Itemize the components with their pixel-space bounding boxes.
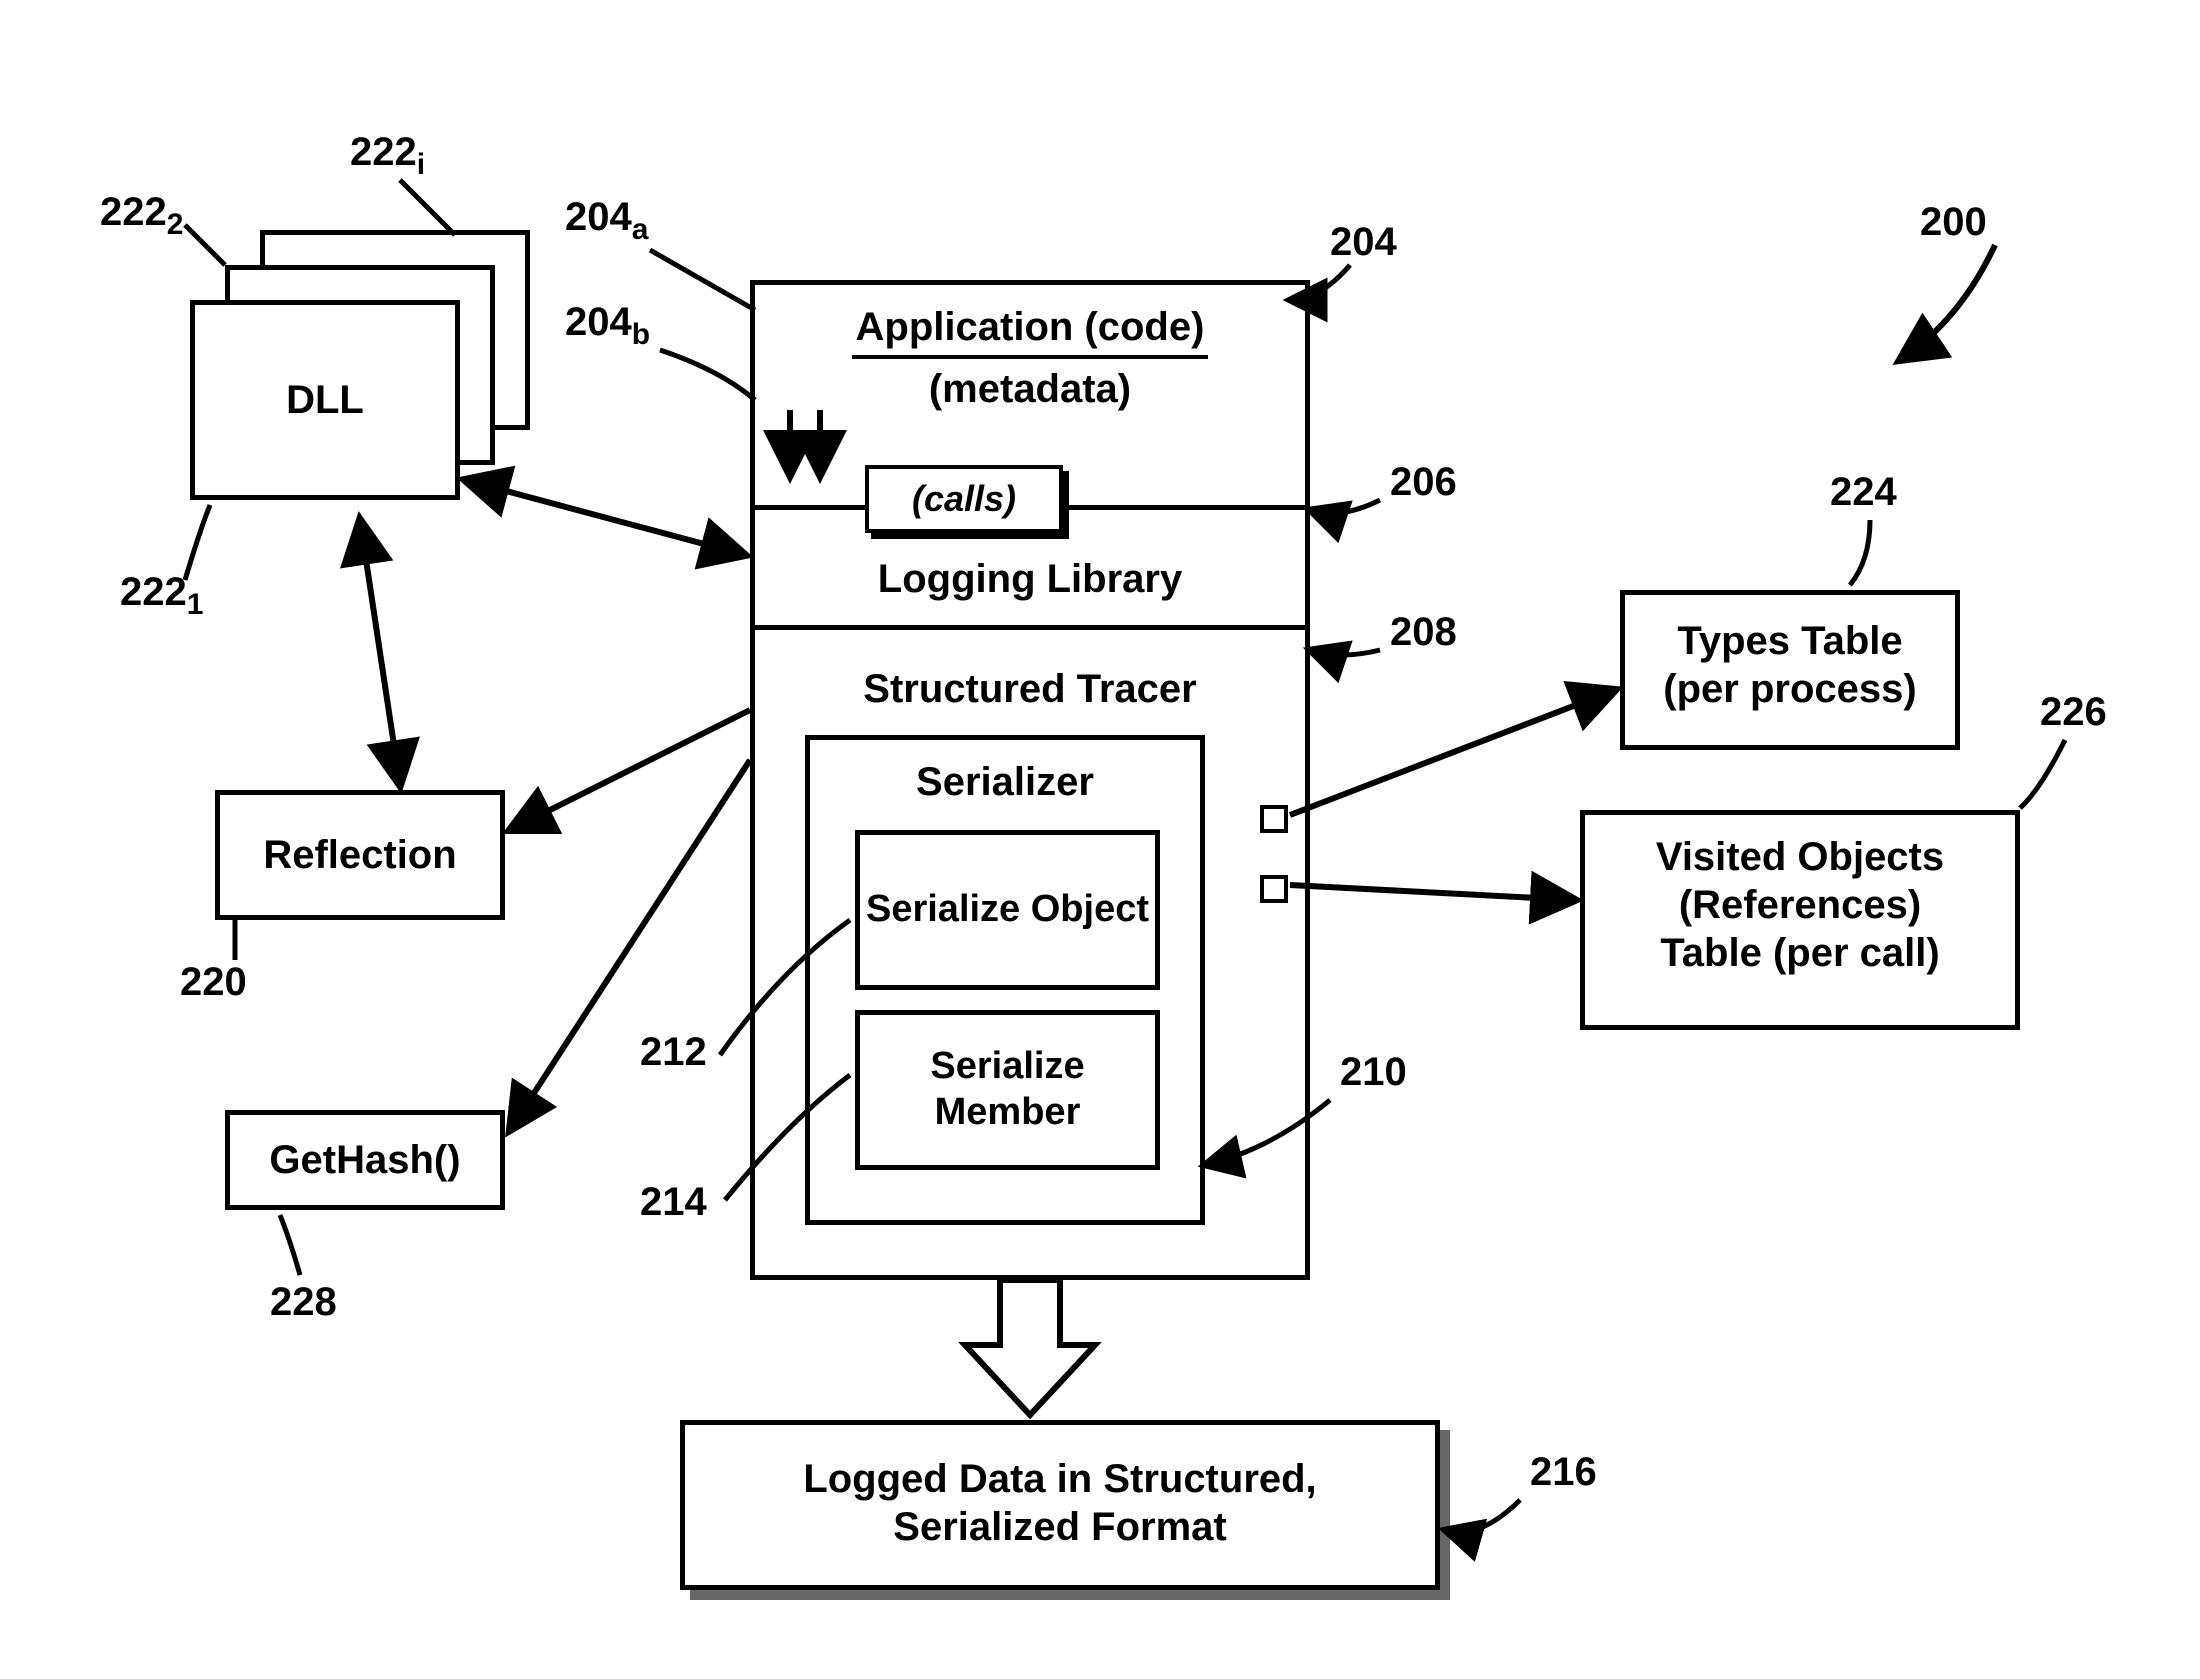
ref-214: 214 xyxy=(640,1180,707,1225)
reflection-box: Reflection xyxy=(215,790,505,920)
block-arrow-icon xyxy=(965,1280,1095,1415)
logged-l1: Logged Data in Structured, xyxy=(685,1455,1435,1503)
serialize-member-label: Serialize Member xyxy=(860,1044,1155,1135)
ref-208: 208 xyxy=(1390,610,1457,655)
visited-l2: (References) xyxy=(1585,881,2015,929)
ref-212: 212 xyxy=(640,1030,707,1075)
logged-l2: Serialized Format xyxy=(685,1503,1435,1551)
app-code-label: Application (code) xyxy=(852,303,1209,359)
ref-200: 200 xyxy=(1920,200,1987,245)
ref-210: 210 xyxy=(1340,1050,1407,1095)
logging-library-label: Logging Library xyxy=(755,555,1305,603)
gethash-box: GetHash() xyxy=(225,1110,505,1210)
types-table-l2: (per process) xyxy=(1625,665,1955,713)
structured-tracer-label: Structured Tracer xyxy=(755,665,1305,713)
ref-204a: 204a xyxy=(565,195,648,247)
visited-objects-box: Visited Objects (References) Table (per … xyxy=(1580,810,2020,1030)
visited-connector-square xyxy=(1260,875,1288,903)
serializer-label: Serializer xyxy=(810,758,1200,806)
ref-226: 226 xyxy=(2040,690,2107,735)
types-connector-square xyxy=(1260,805,1288,833)
serialize-object-box: Serialize Object xyxy=(855,830,1160,990)
ref-222-2: 2222 xyxy=(100,190,183,242)
serialize-object-label: Serialize Object xyxy=(866,887,1149,933)
serializer-box: Serializer Serialize Object Serialize Me… xyxy=(805,735,1205,1225)
types-table-l1: Types Table xyxy=(1625,617,1955,665)
app-meta-label: (metadata) xyxy=(755,365,1305,413)
types-table-box: Types Table (per process) xyxy=(1620,590,1960,750)
calls-box: (calls) xyxy=(865,465,1063,533)
gethash-label: GetHash() xyxy=(269,1136,460,1184)
ref-216: 216 xyxy=(1530,1450,1597,1495)
ref-204b: 204b xyxy=(565,300,650,352)
ref-224: 224 xyxy=(1830,470,1897,515)
diagram-canvas: DLL Reflection GetHash() Application (co… xyxy=(0,0,2200,1679)
logged-data-box: Logged Data in Structured, Serialized Fo… xyxy=(680,1420,1440,1590)
ref-204: 204 xyxy=(1330,220,1397,265)
visited-l1: Visited Objects xyxy=(1585,833,2015,881)
dll-box: DLL xyxy=(190,300,460,500)
serialize-member-box: Serialize Member xyxy=(855,1010,1160,1170)
ref-220: 220 xyxy=(180,960,247,1005)
ref-206: 206 xyxy=(1390,460,1457,505)
calls-label: (calls) xyxy=(912,477,1016,520)
visited-l3: Table (per call) xyxy=(1585,929,2015,977)
reflection-label: Reflection xyxy=(263,831,456,879)
ref-222-i: 222i xyxy=(350,130,425,182)
ref-228: 228 xyxy=(270,1280,337,1325)
ref-222-1: 2221 xyxy=(120,570,203,622)
main-container: Application (code) (metadata) (calls) Lo… xyxy=(750,280,1310,1280)
dll-label: DLL xyxy=(286,376,364,424)
